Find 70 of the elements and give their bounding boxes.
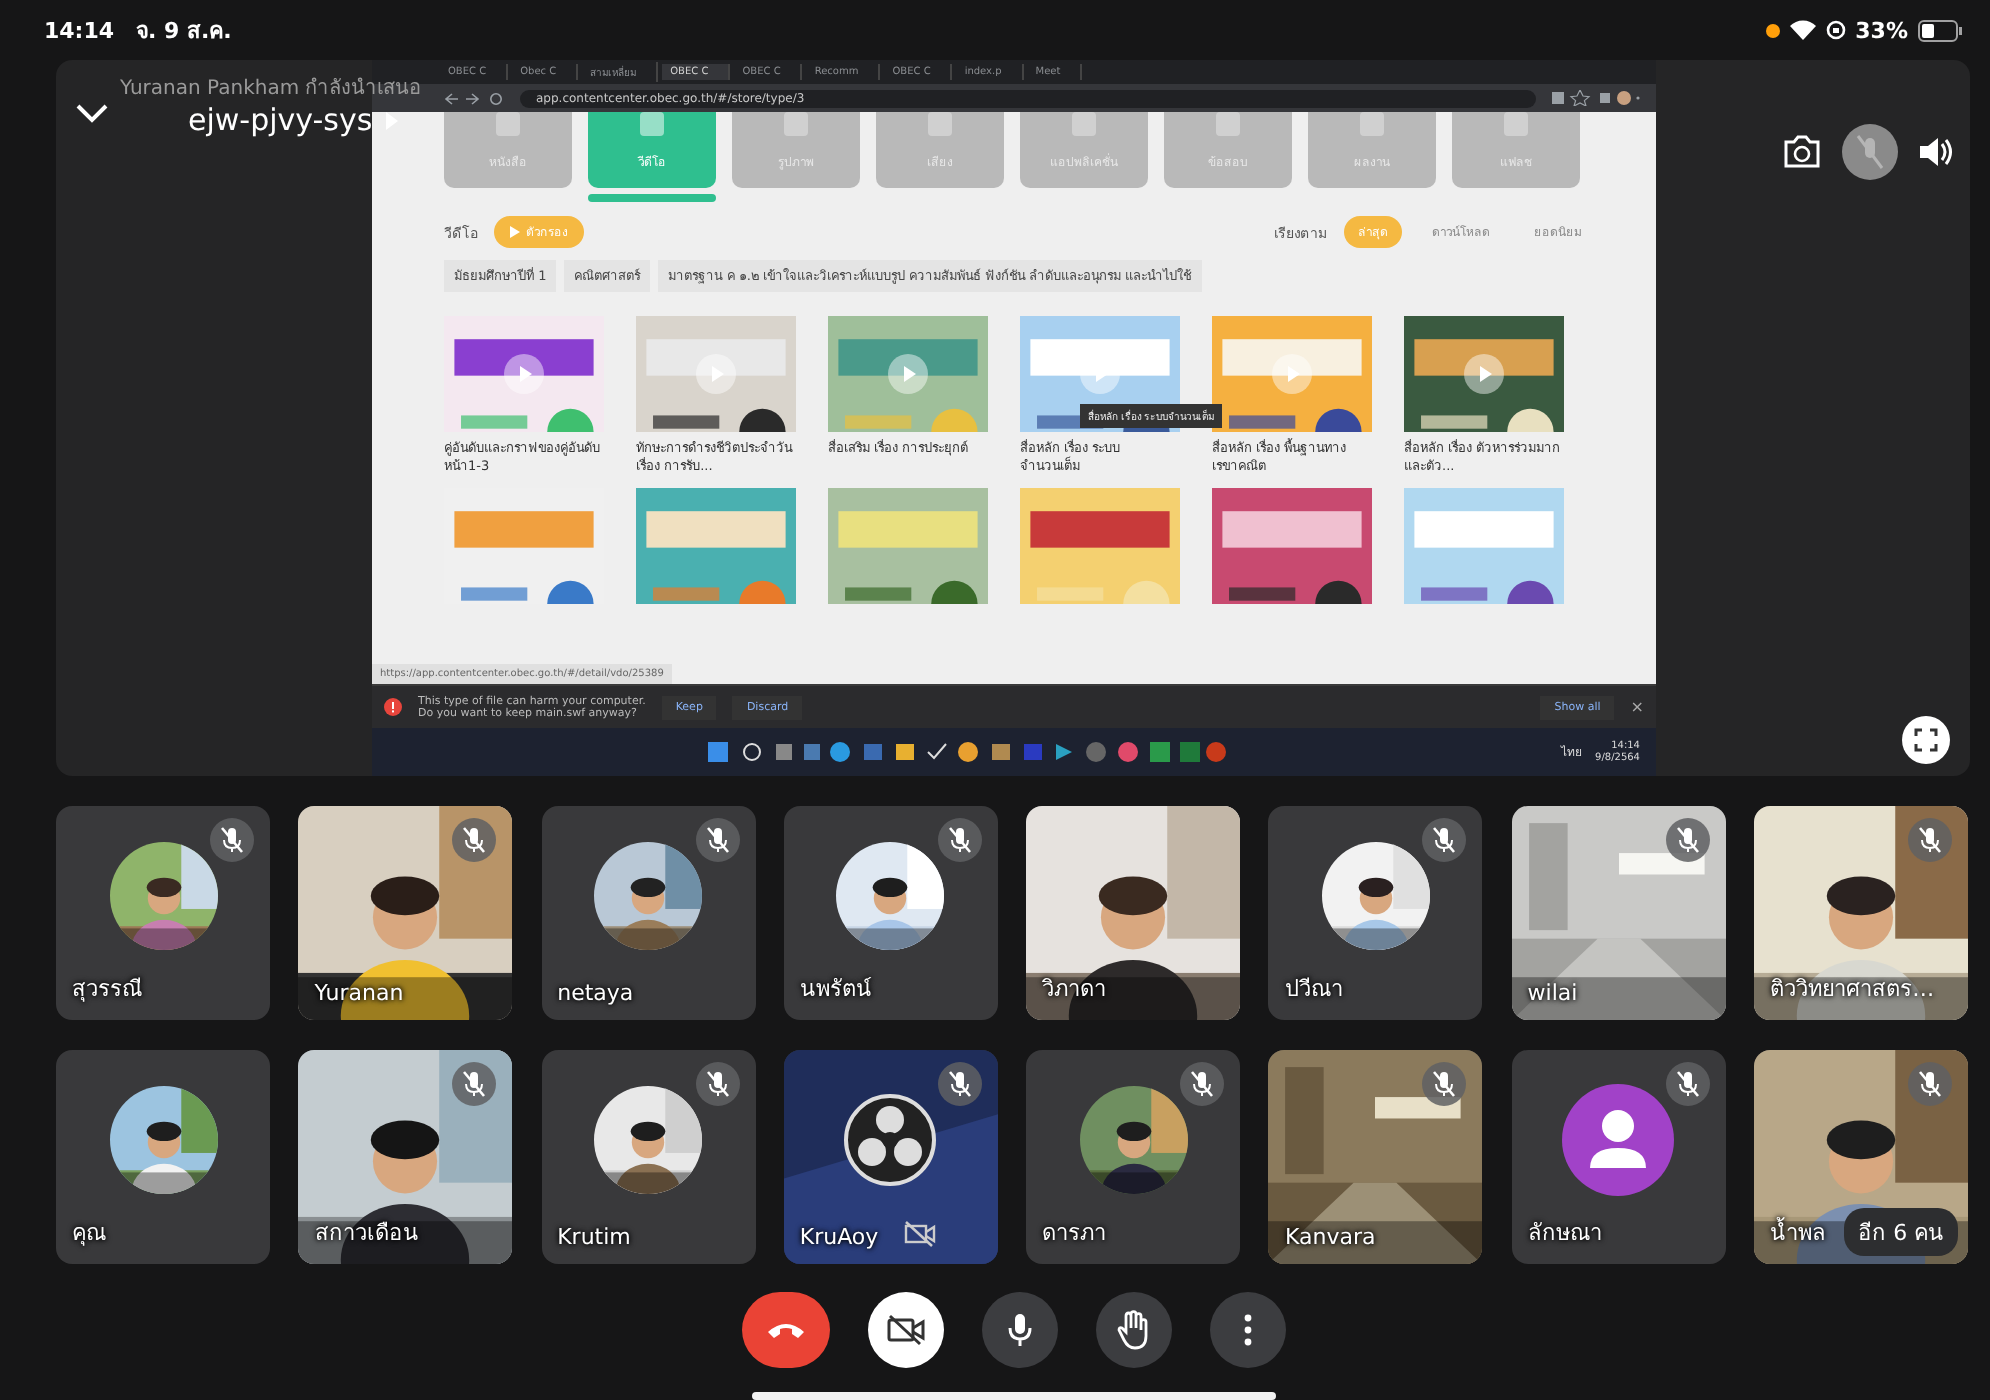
battery-icon: [1918, 19, 1962, 41]
participant-name: Yuranan: [314, 980, 404, 1006]
more-options-button[interactable]: [1209, 1292, 1285, 1368]
hand-icon[interactable]: [1115, 1310, 1151, 1350]
participant-name: ปวีณา: [1284, 974, 1343, 1006]
logo-icon: [842, 1091, 939, 1187]
caret-icon[interactable]: [384, 111, 399, 129]
wifi-icon: [1789, 20, 1816, 40]
more-participants-badge[interactable]: อีก 6 คน: [1844, 1208, 1959, 1256]
status-time: 14:14: [44, 17, 115, 43]
participant-tile[interactable]: สุวรรณี: [56, 806, 270, 1020]
avatar-icon: [1562, 1083, 1675, 1195]
participant-tile[interactable]: Yuranan: [298, 806, 513, 1020]
participant-name: ลักษณา: [1527, 1218, 1602, 1250]
phone-icon[interactable]: [765, 1320, 805, 1340]
participant-name: สกาวเดือน: [314, 1218, 419, 1250]
microphone-icon[interactable]: [1005, 1312, 1033, 1348]
participant-name: Krutim: [557, 1224, 631, 1250]
participant-name: netaya: [557, 980, 634, 1006]
participant-tile[interactable]: Kanvara: [1268, 1050, 1483, 1264]
camera-off-button[interactable]: [867, 1292, 943, 1368]
participant-tile[interactable]: น้ำพล อีก 6 คน: [1754, 1050, 1969, 1264]
participant-name: วิภาดา: [1042, 974, 1107, 1006]
participant-tile[interactable]: คุณ: [56, 1050, 270, 1264]
participant-name: wilai: [1527, 980, 1578, 1006]
participant-name: สุวรรณี: [72, 974, 142, 1006]
fullscreen-button[interactable]: [1902, 716, 1950, 764]
participant-tile[interactable]: KruAoy: [783, 1050, 998, 1264]
battery-percent: 33%: [1855, 17, 1908, 43]
fullscreen-icon[interactable]: [1914, 728, 1938, 752]
participant-tile[interactable]: สกาวเดือน: [298, 1050, 513, 1264]
play-icon[interactable]: [504, 354, 544, 394]
camera-switch-icon[interactable]: [1782, 134, 1822, 170]
microphone-button[interactable]: [981, 1292, 1057, 1368]
participant-tile[interactable]: netaya: [541, 806, 756, 1020]
lock-rotation-icon: [1825, 20, 1846, 40]
participant-name: น้ำพล: [1770, 1215, 1827, 1250]
play-icon[interactable]: [888, 354, 928, 394]
participant-tile[interactable]: ลักษณา: [1511, 1050, 1726, 1264]
participant-name: ติววิทยาศาสตร…: [1770, 974, 1935, 1006]
participant-name: นพรัตน์: [799, 974, 872, 1006]
collapse-chevron-icon[interactable]: [76, 104, 108, 124]
participant-tile[interactable]: wilai: [1511, 806, 1726, 1020]
presenter-text: Yuranan Pankham กำลังนำเสนอ: [120, 75, 422, 102]
camera-off-icon: [903, 1220, 936, 1248]
end-call-button[interactable]: [741, 1292, 829, 1368]
status-date: จ. 9 ส.ค.: [136, 16, 232, 48]
participant-tile[interactable]: ดารภา: [1026, 1050, 1241, 1264]
raise-hand-button[interactable]: [1095, 1292, 1171, 1368]
participant-name: KruAoy: [799, 1224, 879, 1250]
participant-name: Kanvara: [1284, 1224, 1376, 1250]
browser-toolbar-icons[interactable]: [1552, 90, 1640, 106]
participant-name: คุณ: [72, 1218, 106, 1250]
participant-tile[interactable]: ติววิทยาศาสตร…: [1754, 806, 1969, 1020]
back-forward-reload-icon[interactable]: [444, 91, 504, 105]
participant-tile[interactable]: ปวีณา: [1268, 806, 1483, 1020]
participant-tile[interactable]: นพรัตน์: [783, 806, 998, 1020]
warning-icon: [384, 698, 402, 716]
play-icon[interactable]: [1464, 354, 1504, 394]
participant-tile[interactable]: Krutim: [541, 1050, 756, 1264]
close-button[interactable]: ×: [1630, 698, 1644, 716]
more-icon[interactable]: [1243, 1314, 1251, 1346]
camera-off-icon[interactable]: [885, 1314, 925, 1346]
speaker-icon[interactable]: [1918, 136, 1954, 168]
muted-microphone-icon[interactable]: [1842, 124, 1898, 180]
taskbar-icons-drawing[interactable]: [708, 740, 1229, 764]
recording-dot-icon: [1765, 23, 1780, 37]
participant-name: ดารภา: [1042, 1218, 1107, 1250]
meeting-code[interactable]: ejw-pjvy-sys: [188, 102, 373, 138]
participant-tile[interactable]: วิภาดา: [1026, 806, 1241, 1020]
